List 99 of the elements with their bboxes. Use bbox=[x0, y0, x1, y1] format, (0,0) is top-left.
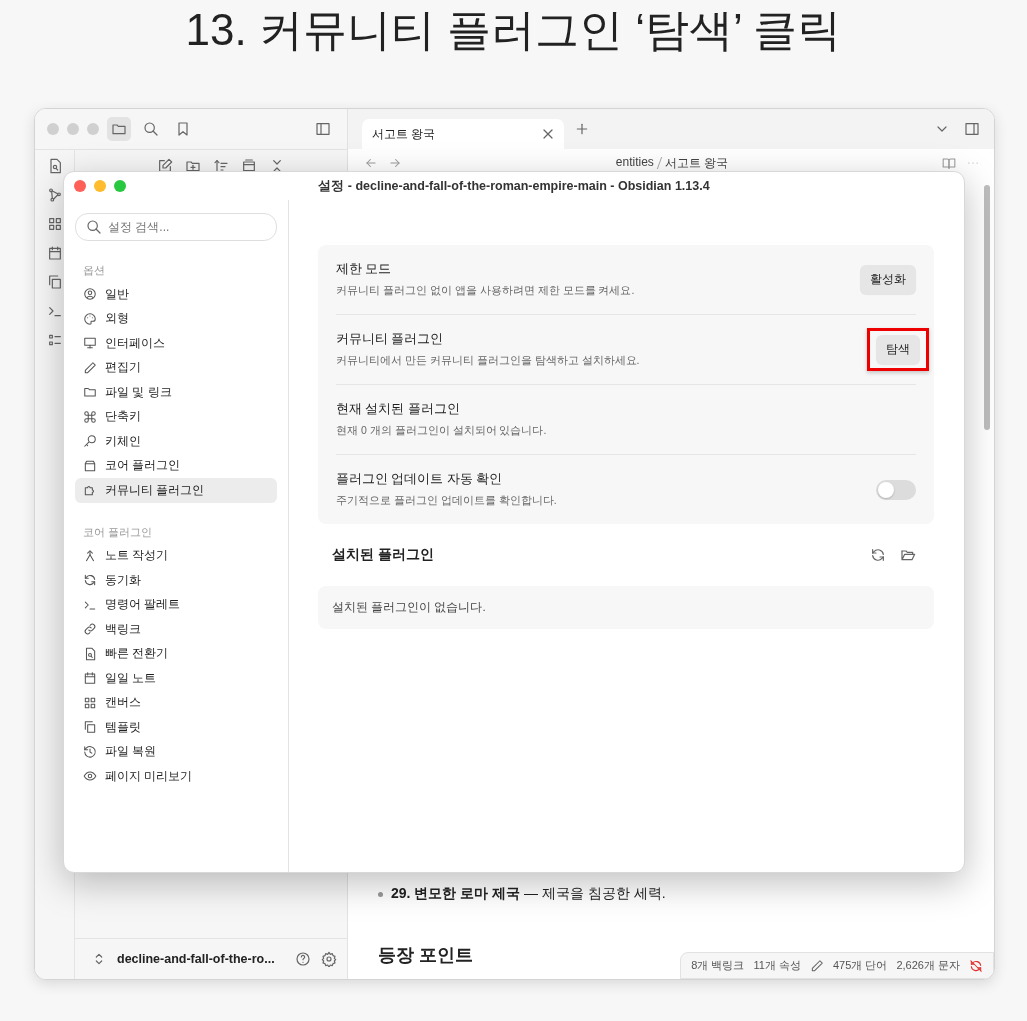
bullet-dot bbox=[378, 891, 383, 897]
window-control[interactable] bbox=[47, 123, 59, 135]
setting-title: 플러그인 업데이트 자동 확인 bbox=[336, 471, 504, 488]
settings-nav-item[interactable]: 편집기 bbox=[75, 355, 277, 380]
scrollbar-thumb[interactable] bbox=[984, 185, 990, 430]
settings-nav-item[interactable]: 빠른 전환기 bbox=[75, 641, 277, 666]
palette-icon bbox=[83, 311, 97, 326]
grid-icon bbox=[83, 695, 97, 710]
minimize-control[interactable] bbox=[94, 180, 106, 192]
breadcrumb-item[interactable]: 서고트 왕국 bbox=[664, 154, 729, 172]
sidebar-right-icon bbox=[964, 121, 980, 137]
calendar-icon bbox=[83, 671, 97, 686]
pencil-icon bbox=[810, 958, 824, 973]
box-icon bbox=[83, 458, 97, 473]
settings-nav-item[interactable]: 일일 노트 bbox=[75, 666, 277, 691]
settings-nav-item[interactable]: 커뮤니티 플러그인 bbox=[75, 478, 277, 503]
setting-description: 주기적으로 플러그인 업데이트를 확인합니다. bbox=[336, 494, 558, 508]
settings-nav-item[interactable]: 노트 작성기 bbox=[75, 543, 277, 568]
bookmark-icon bbox=[175, 121, 191, 137]
section-heading: 설치된 플러그인 bbox=[332, 546, 435, 564]
setting-description: 현재 0 개의 플러그인이 설치되어 있습니다. bbox=[336, 424, 548, 438]
grid-icon bbox=[46, 216, 63, 232]
edit-icon bbox=[157, 158, 173, 174]
settings-nav-item[interactable]: 인터페이스 bbox=[75, 331, 277, 356]
sync-icon bbox=[870, 547, 886, 563]
toggle-switch[interactable] bbox=[876, 479, 916, 500]
status-item[interactable]: 11개 속성 bbox=[753, 958, 801, 973]
setting-title: 커뮤니티 플러그인 bbox=[336, 331, 445, 348]
status-item[interactable]: 475개 단어 bbox=[833, 958, 888, 973]
zoom-control[interactable] bbox=[114, 180, 126, 192]
link-icon bbox=[83, 622, 97, 637]
monitor-icon bbox=[83, 336, 97, 351]
calendar-icon bbox=[46, 245, 63, 261]
user-circle-icon bbox=[83, 287, 97, 302]
search-input[interactable]: 설정 검색... bbox=[108, 216, 266, 238]
list-item-text: 29. 변모한 로마 제국 — 제국을 침공한 세력. bbox=[391, 885, 666, 903]
breadcrumb-item[interactable]: entities bbox=[615, 154, 654, 172]
arrow-left-icon bbox=[364, 156, 378, 170]
group-heading: 코어 플러그인 bbox=[83, 524, 154, 540]
settings-nav-item[interactable]: 명령어 팔레트 bbox=[75, 592, 277, 617]
search-icon bbox=[86, 219, 102, 235]
gear-icon bbox=[321, 951, 337, 967]
settings-nav-item[interactable]: 키체인 bbox=[75, 429, 277, 454]
action-button[interactable]: 활성화 bbox=[860, 265, 916, 294]
settings-nav-item[interactable]: 템플릿 bbox=[75, 715, 277, 740]
sync-icon bbox=[83, 573, 97, 588]
settings-nav-item[interactable]: 코어 플러그인 bbox=[75, 453, 277, 478]
dialog-title: 설정 - decline-and-fall-of-the-roman-empire-main - Obsidian 1.13.4 bbox=[317, 177, 711, 195]
settings-nav-item[interactable]: 캔버스 bbox=[75, 690, 277, 715]
file-search-icon bbox=[83, 646, 97, 661]
page-caption: 13. 커뮤니티 플러그인 ‘탐색’ 클릭 bbox=[184, 4, 843, 56]
book-icon bbox=[942, 156, 956, 170]
setting-description: 커뮤니티 플러그인 없이 앱을 사용하려면 제한 모드를 켜세요. bbox=[336, 284, 636, 298]
command-key-icon bbox=[83, 409, 97, 424]
eye-icon bbox=[83, 769, 97, 784]
empty-message: 설치된 플러그인이 없습니다. bbox=[318, 586, 934, 629]
folder-open-icon bbox=[900, 547, 916, 563]
copy-icon bbox=[46, 274, 63, 290]
sort-icon bbox=[213, 158, 229, 174]
history-icon bbox=[83, 744, 97, 759]
copy-icon bbox=[83, 720, 97, 735]
close-control[interactable] bbox=[74, 180, 86, 192]
sidebar-icon bbox=[315, 121, 331, 137]
note-tab[interactable]: 서고트 왕국 bbox=[362, 119, 564, 149]
graph-icon bbox=[46, 187, 63, 203]
search-field[interactable]: 설정 검색... bbox=[75, 213, 277, 241]
settings-nav-item[interactable]: 일반 bbox=[75, 282, 277, 307]
setting-description: 커뮤니티에서 만든 커뮤니티 플러그인을 탐색하고 설치하세요. bbox=[336, 354, 641, 368]
settings-nav-item[interactable]: 동기화 bbox=[75, 568, 277, 593]
settings-nav-item[interactable]: 백링크 bbox=[75, 617, 277, 642]
branch-arrow-icon bbox=[83, 548, 97, 563]
puzzle-icon bbox=[83, 483, 97, 498]
plus-icon bbox=[574, 121, 590, 137]
status-item[interactable]: 2,626개 문자 bbox=[896, 958, 960, 973]
help-circle-icon bbox=[295, 951, 311, 967]
settings-nav-item[interactable]: 파일 복원 bbox=[75, 739, 277, 764]
list-icon bbox=[46, 332, 63, 348]
folder-icon bbox=[111, 121, 127, 137]
folder-icon bbox=[83, 385, 97, 400]
arrow-right-icon bbox=[388, 156, 402, 170]
section-heading: 등장 포인트 bbox=[378, 944, 473, 967]
search-icon bbox=[143, 121, 159, 137]
settings-nav-item[interactable]: 파일 및 링크 bbox=[75, 380, 277, 405]
settings-nav-item[interactable]: 외형 bbox=[75, 306, 277, 331]
window-icon bbox=[241, 158, 257, 174]
key-icon bbox=[83, 434, 97, 449]
settings-nav-item[interactable]: 단축키 bbox=[75, 404, 277, 429]
status-item[interactable]: 8개 백링크 bbox=[691, 958, 745, 973]
setting-title: 제한 모드 bbox=[336, 261, 393, 278]
sync-off-icon bbox=[969, 958, 983, 973]
pencil-icon bbox=[83, 360, 97, 375]
window-control[interactable] bbox=[67, 123, 79, 135]
group-heading: 옵션 bbox=[83, 263, 106, 278]
setting-title: 현재 설치된 플러그인 bbox=[336, 401, 461, 418]
window-control[interactable] bbox=[87, 123, 99, 135]
settings-nav-item[interactable]: 페이지 미리보기 bbox=[75, 764, 277, 789]
explore-button[interactable]: 탐색 bbox=[876, 335, 920, 364]
folder-plus-icon bbox=[185, 158, 201, 174]
vault-name[interactable]: decline-and-fall-of-the-ro... bbox=[117, 952, 285, 966]
